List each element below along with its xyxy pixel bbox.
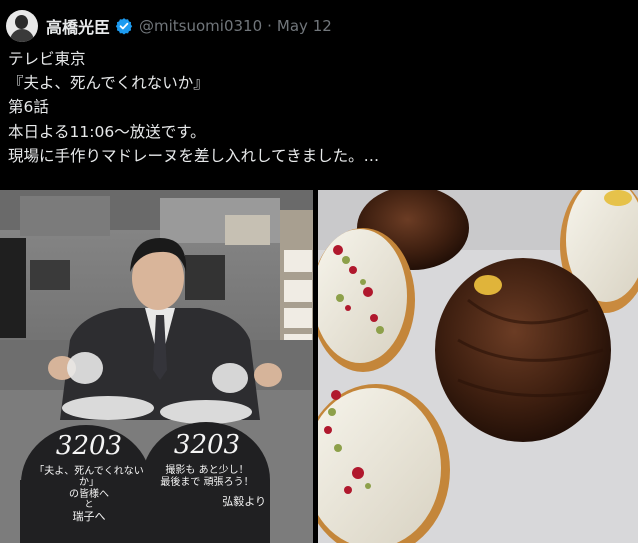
photo-madeleines	[318, 190, 638, 543]
verified-badge-icon	[115, 18, 133, 35]
box-right-line: 弘毅より	[222, 495, 266, 509]
tweet-header: 高橋光臣 @mitsuomi0310 · May 12	[6, 8, 332, 44]
avatar[interactable]	[6, 10, 38, 42]
tweet-photo-2[interactable]	[318, 190, 638, 543]
separator-dot: ·	[267, 17, 272, 35]
tweet-photo-1[interactable]: 3203 「夫よ、死んでくれないか」 の皆様へ と 瑞子へ 3203 撮影も あ…	[0, 190, 313, 543]
box-left-message: 3203 「夫よ、死んでくれないか」 の皆様へ と 瑞子へ	[34, 431, 144, 523]
box-left-number: 3203	[55, 431, 123, 461]
box-left-line: 瑞子へ	[72, 509, 106, 523]
author-name[interactable]: 高橋光臣	[46, 14, 110, 38]
box-right-line: 撮影も あと少し！	[165, 465, 249, 477]
box-right-message: 3203 撮影も あと少し！ 最後まで 頑張ろう！ 弘毅より	[148, 430, 266, 508]
box-left-line: 「夫よ、死んでくれないか」	[34, 465, 144, 489]
box-right-number: 3203	[173, 430, 241, 460]
tweet-text: テレビ東京 『夫よ、死んでくれないか』 第6話 本日よる11:06〜放送です。 …	[8, 50, 380, 165]
tweet-date[interactable]: May 12	[277, 17, 332, 35]
author-handle[interactable]: @mitsuomi0310	[139, 17, 262, 35]
box-left-line: の皆様へ	[69, 488, 109, 500]
box-right-line: 最後まで 頑張ろう！	[160, 477, 254, 489]
